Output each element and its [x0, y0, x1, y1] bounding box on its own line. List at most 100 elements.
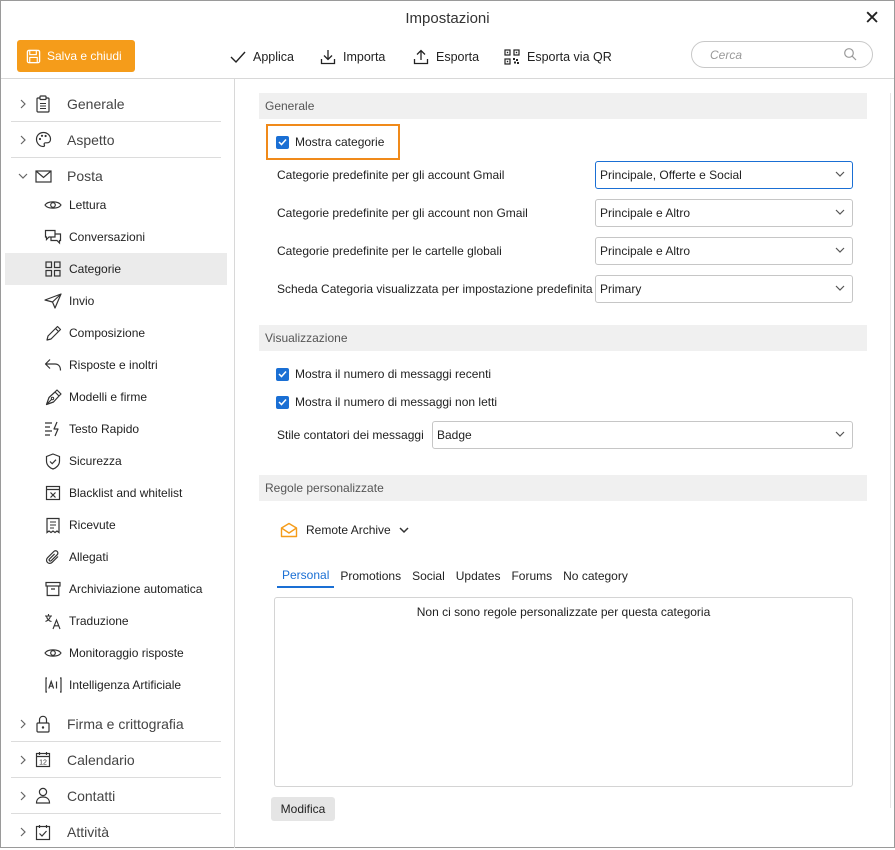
ai-icon — [43, 677, 63, 693]
export-qr-button[interactable]: Esporta via QR — [504, 46, 612, 68]
sidebar-section-aspetto[interactable]: Aspetto — [11, 122, 221, 158]
rule-category-tabs: Personal Promotions Social Updates Forum… — [277, 564, 634, 590]
sidebar-item-testo-rapido[interactable]: Testo Rapido — [5, 413, 227, 445]
sidebar-item-conversazioni[interactable]: Conversazioni — [5, 221, 227, 253]
chevron-right-icon — [11, 791, 35, 801]
counter-style-select[interactable]: Badge — [432, 421, 853, 449]
group-header-regole-personalizzate: Regole personalizzate — [259, 475, 867, 501]
sidebar-item-allegati[interactable]: Allegati — [5, 541, 227, 573]
sidebar-item-composizione[interactable]: Composizione — [5, 317, 227, 349]
import-button[interactable]: Importa — [320, 46, 385, 68]
sidebar-item-sicurezza[interactable]: Sicurezza — [5, 445, 227, 477]
sidebar-item-ricevute[interactable]: Ricevute — [5, 509, 227, 541]
empty-rules-message: Non ci sono regole personalizzate per qu… — [416, 605, 711, 619]
sidebar-section-generale[interactable]: Generale — [11, 86, 221, 122]
apply-button[interactable]: Applica — [230, 46, 294, 68]
scrollbar-track[interactable] — [890, 93, 891, 808]
sidebar-item-blacklist-and-whitelist[interactable]: Blacklist and whitelist — [5, 477, 227, 509]
tab-forums[interactable]: Forums — [506, 564, 557, 588]
search-input[interactable]: Cerca — [691, 41, 873, 68]
title-bar: Impostazioni ✕ — [1, 1, 894, 37]
account-selector[interactable]: Remote Archive — [280, 522, 409, 538]
save-and-close-button[interactable]: Salva e chiudi — [17, 40, 135, 72]
settings-window: Impostazioni ✕ Salva e chiudi Applica Im… — [0, 0, 895, 848]
sidebar-item-label: Archiviazione automatica — [69, 582, 203, 596]
eye-icon — [43, 199, 63, 211]
sidebar-item-invio[interactable]: Invio — [5, 285, 227, 317]
tab-social[interactable]: Social — [407, 564, 450, 588]
check-icon — [230, 51, 246, 64]
tab-personal[interactable]: Personal — [277, 564, 335, 588]
save-icon — [26, 49, 41, 63]
rules-list[interactable]: Non ci sono regole personalizzate per qu… — [274, 597, 853, 787]
export-button[interactable]: Esporta — [413, 46, 479, 68]
mail-icon — [35, 169, 61, 183]
global-folders-categories-select[interactable]: Principale e Altro — [595, 237, 853, 265]
sidebar-item-intelligenza-artificiale[interactable]: Intelligenza Artificiale — [5, 669, 227, 701]
block-list-icon — [43, 485, 63, 501]
gmail-categories-label: Categorie predefinite per gli account Gm… — [277, 168, 505, 182]
sidebar-item-archiviazione-automatica[interactable]: Archiviazione automatica — [5, 573, 227, 605]
default-category-tab-label: Scheda Categoria visualizzata per impost… — [277, 282, 593, 296]
toolbar: Salva e chiudi Applica Importa Esporta E… — [1, 37, 894, 79]
grid-icon — [43, 261, 63, 277]
lock-icon — [35, 715, 61, 733]
chevron-right-icon — [11, 135, 35, 145]
show-categories-checkbox[interactable]: Mostra categorie — [276, 135, 384, 149]
sidebar-section-calendario[interactable]: 12 Calendario — [11, 742, 221, 778]
import-label: Importa — [343, 50, 386, 64]
pen-nib-icon — [43, 388, 63, 406]
tab-no-category[interactable]: No category — [558, 564, 633, 588]
task-icon — [35, 824, 61, 841]
account-mail-icon — [280, 522, 298, 538]
sidebar-item-traduzione[interactable]: Traduzione — [5, 605, 227, 637]
gmail-categories-select[interactable]: Principale, Offerte e Social — [595, 161, 853, 189]
settings-content: Generale Mostra categorie Categorie pred… — [236, 79, 894, 848]
checkbox-label: Mostra categorie — [295, 135, 385, 149]
unread-count-checkbox[interactable]: Mostra il numero di messaggi non letti — [276, 395, 497, 409]
checkbox-label: Mostra il numero di messaggi non letti — [295, 395, 498, 409]
select-value: Principale e Altro — [600, 244, 691, 258]
export-qr-label: Esporta via QR — [527, 50, 612, 64]
export-icon — [413, 49, 429, 65]
sidebar-item-modelli-e-firme[interactable]: Modelli e firme — [5, 381, 227, 413]
sidebar-item-lettura[interactable]: Lettura — [5, 189, 227, 221]
tab-promotions[interactable]: Promotions — [335, 564, 406, 588]
tab-updates[interactable]: Updates — [451, 564, 506, 588]
sidebar-section-label: Aspetto — [67, 131, 115, 148]
sidebar-section-label: Contatti — [67, 787, 116, 804]
pencil-icon — [43, 325, 63, 342]
sidebar-item-label: Categorie — [69, 262, 122, 276]
select-value: Badge — [437, 428, 472, 442]
sidebar-item-monitoraggio-risposte[interactable]: Monitoraggio risposte — [5, 637, 227, 669]
sidebar-item-label: Testo Rapido — [69, 422, 140, 436]
select-value: Principale e Altro — [600, 206, 691, 220]
sidebar-item-label: Blacklist and whitelist — [69, 486, 183, 500]
window-title: Impostazioni — [405, 10, 490, 27]
non-gmail-categories-select[interactable]: Principale e Altro — [595, 199, 853, 227]
checkbox-checked-icon — [276, 135, 289, 149]
sidebar-section-contatti[interactable]: Contatti — [11, 778, 221, 814]
sidebar-section-label: Generale — [67, 95, 125, 112]
sidebar-section-firma-e-crittografia[interactable]: Firma e crittografia — [11, 706, 221, 742]
checkbox-checked-icon — [276, 367, 289, 381]
group-header-generale: Generale — [259, 93, 867, 119]
sidebar-section-label: Calendario — [67, 751, 135, 768]
sidebar-item-label: Allegati — [69, 550, 109, 564]
translate-icon — [43, 613, 63, 630]
sidebar-item-categorie[interactable]: Categorie — [5, 253, 227, 285]
sidebar-item-label: Monitoraggio risposte — [69, 646, 184, 660]
sidebar-item-risposte-e-inoltri[interactable]: Risposte e inoltri — [5, 349, 227, 381]
close-icon[interactable]: ✕ — [864, 7, 880, 30]
recent-count-checkbox[interactable]: Mostra il numero di messaggi recenti — [276, 367, 491, 381]
save-and-close-label: Salva e chiudi — [47, 49, 122, 63]
default-category-tab-select[interactable]: Primary — [595, 275, 853, 303]
chevron-down-icon — [399, 526, 409, 533]
person-icon — [35, 787, 61, 804]
search-placeholder: Cerca — [710, 48, 743, 62]
sidebar-section-attivita[interactable]: Attività — [11, 814, 221, 850]
modify-button[interactable]: Modifica — [271, 797, 335, 821]
select-value: Principale, Offerte e Social — [600, 168, 742, 182]
receipt-icon — [43, 517, 63, 534]
sidebar-section-label: Attività — [67, 824, 110, 840]
